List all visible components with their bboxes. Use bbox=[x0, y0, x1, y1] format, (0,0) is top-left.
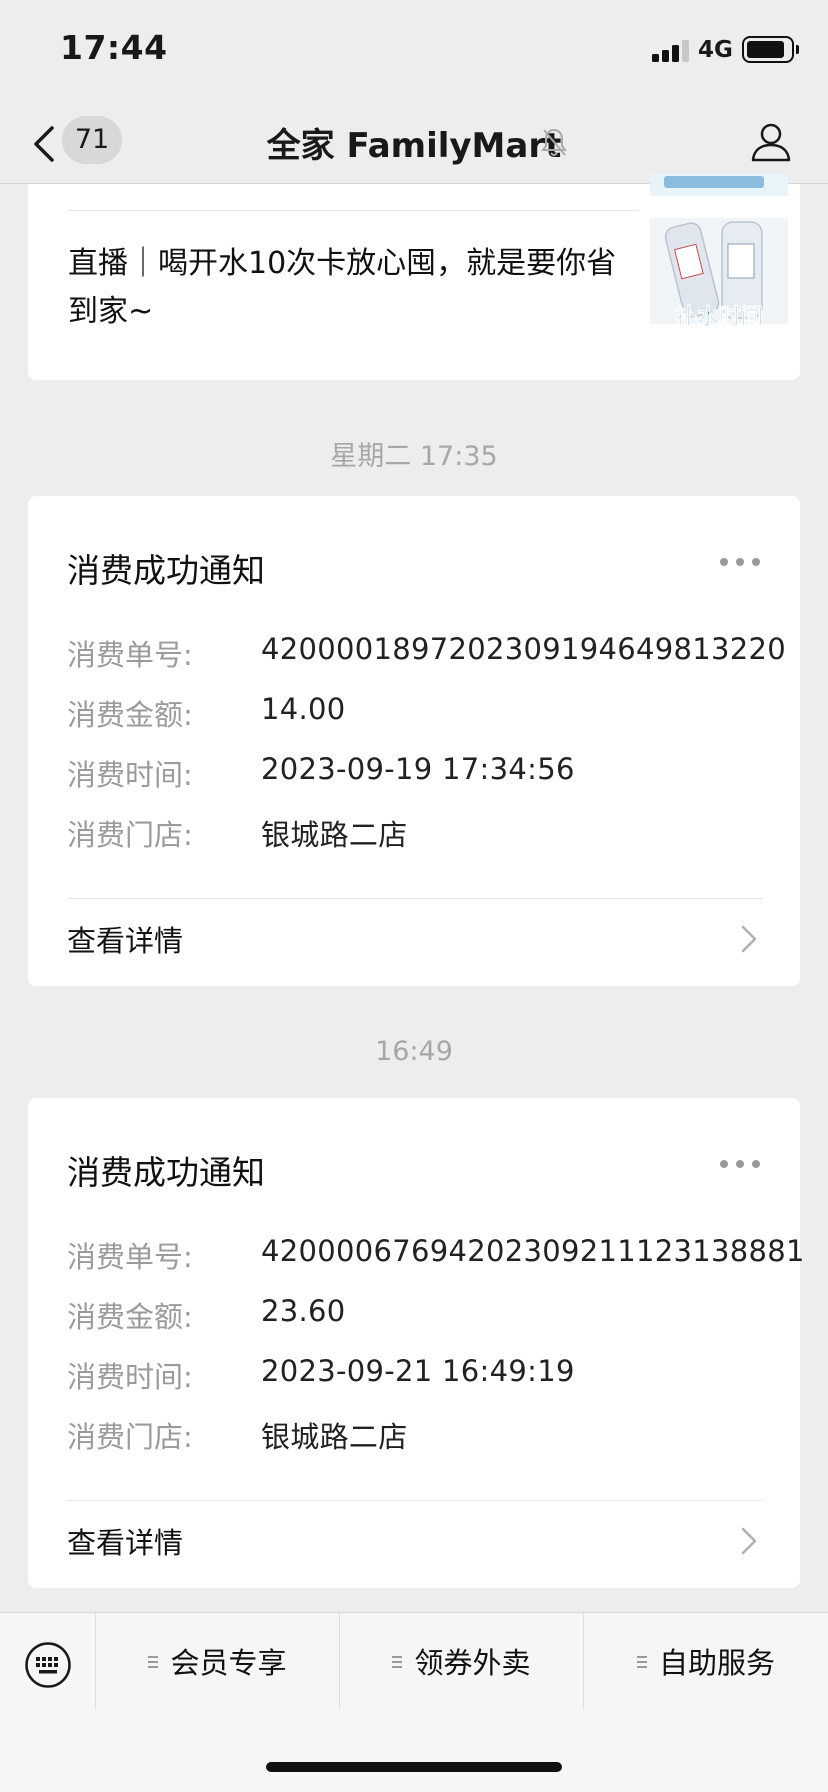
submenu-icon bbox=[392, 1656, 405, 1668]
menu-self-service[interactable]: 自助服务 bbox=[584, 1613, 828, 1709]
chevron-right-icon[interactable] bbox=[740, 924, 758, 954]
keyboard-icon bbox=[25, 1642, 71, 1688]
notice-title: 消费成功通知 bbox=[67, 1153, 265, 1192]
time-value: 2023-09-21 16:49:19 bbox=[261, 1354, 575, 1388]
submenu-icon bbox=[636, 1656, 649, 1668]
person-icon[interactable] bbox=[750, 120, 792, 162]
payment-notice-card[interactable]: 消费成功通知 消费单号: 420000189720230919464981322… bbox=[28, 496, 800, 986]
field-label: 消费单号: bbox=[67, 638, 193, 672]
battery-icon bbox=[742, 36, 799, 63]
bell-off-icon bbox=[541, 128, 567, 156]
field-label: 消费时间: bbox=[67, 758, 193, 792]
field-label: 消费金额: bbox=[67, 1300, 193, 1334]
more-dots-icon[interactable] bbox=[720, 1160, 760, 1170]
chat-nav-bar: 71 全家 FamilyMart bbox=[0, 104, 828, 184]
thumbnail-caption: 补水时间 bbox=[674, 305, 763, 330]
article-title[interactable]: 直播｜喝开水10次卡放心囤，就是要你省到家~ bbox=[68, 240, 628, 336]
order-number-value: 4200006769420230921112313888​1 bbox=[261, 1234, 805, 1268]
amount-row: 消费金额: 14.00 bbox=[67, 692, 787, 736]
status-bar: 17:44 4G bbox=[0, 0, 828, 104]
submenu-icon bbox=[148, 1656, 161, 1668]
menu-coupon-delivery[interactable]: 领券外卖 bbox=[340, 1613, 584, 1709]
field-label: 消费金额: bbox=[67, 698, 193, 732]
order-number-row: 消费单号: 4200001897202309194649813220 bbox=[67, 632, 787, 676]
article-card[interactable]: 直播｜喝开水10次卡放心囤，就是要你省到家~ 补水时间 bbox=[28, 174, 800, 380]
field-label: 消费门店: bbox=[67, 818, 193, 852]
chat-title: 全家 FamilyMart bbox=[266, 126, 562, 166]
field-label: 消费单号: bbox=[67, 1240, 193, 1274]
status-time: 17:44 bbox=[60, 28, 168, 67]
chevron-right-icon[interactable] bbox=[740, 1526, 758, 1556]
store-value: 银城路二店 bbox=[261, 1420, 408, 1454]
message-timestamp: 16:49 bbox=[375, 1036, 453, 1067]
time-row: 消费时间: 2023-09-21 16:49:19 bbox=[67, 1354, 787, 1398]
order-number-value: 4200001897202309194649813220 bbox=[261, 632, 787, 666]
menu-label: 会员专享 bbox=[170, 1646, 287, 1680]
store-row: 消费门店: 银城路二店 bbox=[67, 812, 787, 856]
menu-label: 自助服务 bbox=[658, 1646, 775, 1680]
divider bbox=[68, 210, 638, 211]
amount-value: 14.00 bbox=[261, 692, 346, 726]
divider bbox=[67, 898, 763, 899]
field-label: 消费时间: bbox=[67, 1360, 193, 1394]
order-number-row: 消费单号: 4200006769420230921112313888​1 bbox=[67, 1234, 804, 1278]
view-details-link[interactable]: 查看详情 bbox=[67, 918, 183, 960]
notice-title: 消费成功通知 bbox=[67, 551, 265, 590]
message-timestamp: 星期二 17:35 bbox=[330, 441, 498, 472]
amount-row: 消费金额: 23.60 bbox=[67, 1294, 787, 1338]
store-row: 消费门店: 银城路二店 bbox=[67, 1414, 787, 1458]
divider bbox=[67, 1500, 763, 1501]
network-type: 4G bbox=[698, 37, 733, 63]
menu-member-exclusive[interactable]: 会员专享 bbox=[96, 1613, 340, 1709]
keyboard-toggle-button[interactable] bbox=[0, 1613, 96, 1709]
view-details-link[interactable]: 查看详情 bbox=[67, 1520, 183, 1562]
store-value: 银城路二店 bbox=[261, 818, 408, 852]
time-row: 消费时间: 2023-09-19 17:34:56 bbox=[67, 752, 787, 796]
field-label: 消费门店: bbox=[67, 1420, 193, 1454]
time-value: 2023-09-19 17:34:56 bbox=[261, 752, 575, 786]
article-thumbnail[interactable]: 补水时间 bbox=[650, 174, 788, 340]
more-dots-icon[interactable] bbox=[720, 558, 760, 568]
home-indicator[interactable] bbox=[266, 1762, 562, 1772]
payment-notice-card[interactable]: 消费成功通知 消费单号: 420000676942023092111231388… bbox=[28, 1098, 804, 1588]
menu-label: 领券外卖 bbox=[414, 1646, 531, 1680]
signal-strength-icon bbox=[652, 40, 690, 62]
amount-value: 23.60 bbox=[261, 1294, 346, 1328]
